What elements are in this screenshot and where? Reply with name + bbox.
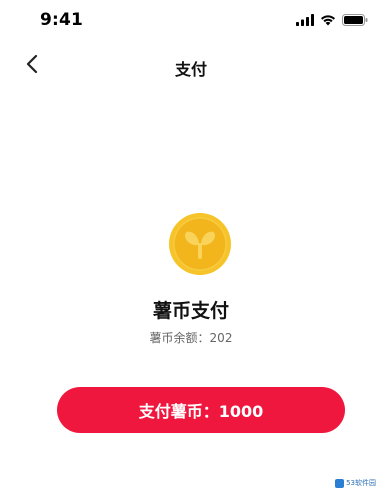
nav-bar: 支付 (0, 44, 382, 88)
cellular-signal-icon (296, 11, 314, 30)
page-title: 支付 (174, 60, 207, 79)
balance-line: 薯币余额：202 (0, 329, 382, 346)
pay-button-label: 支付薯币：1000 (138, 402, 264, 421)
coin-icon (168, 212, 232, 276)
watermark: 53软件园 (335, 478, 376, 488)
status-time: 9:41 (40, 10, 84, 30)
status-icons (296, 13, 368, 27)
payment-title: 薯币支付 (152, 300, 229, 322)
status-bar: 9:41 (0, 0, 382, 40)
battery-icon (342, 11, 368, 30)
balance-value: 202 (209, 331, 233, 345)
pay-button[interactable]: 支付薯币：1000 (57, 387, 345, 433)
watermark-logo-icon (335, 478, 345, 488)
watermark-text: 53软件园 (346, 479, 376, 487)
wifi-icon (320, 11, 336, 30)
balance-label: 薯币余额： (149, 331, 210, 345)
